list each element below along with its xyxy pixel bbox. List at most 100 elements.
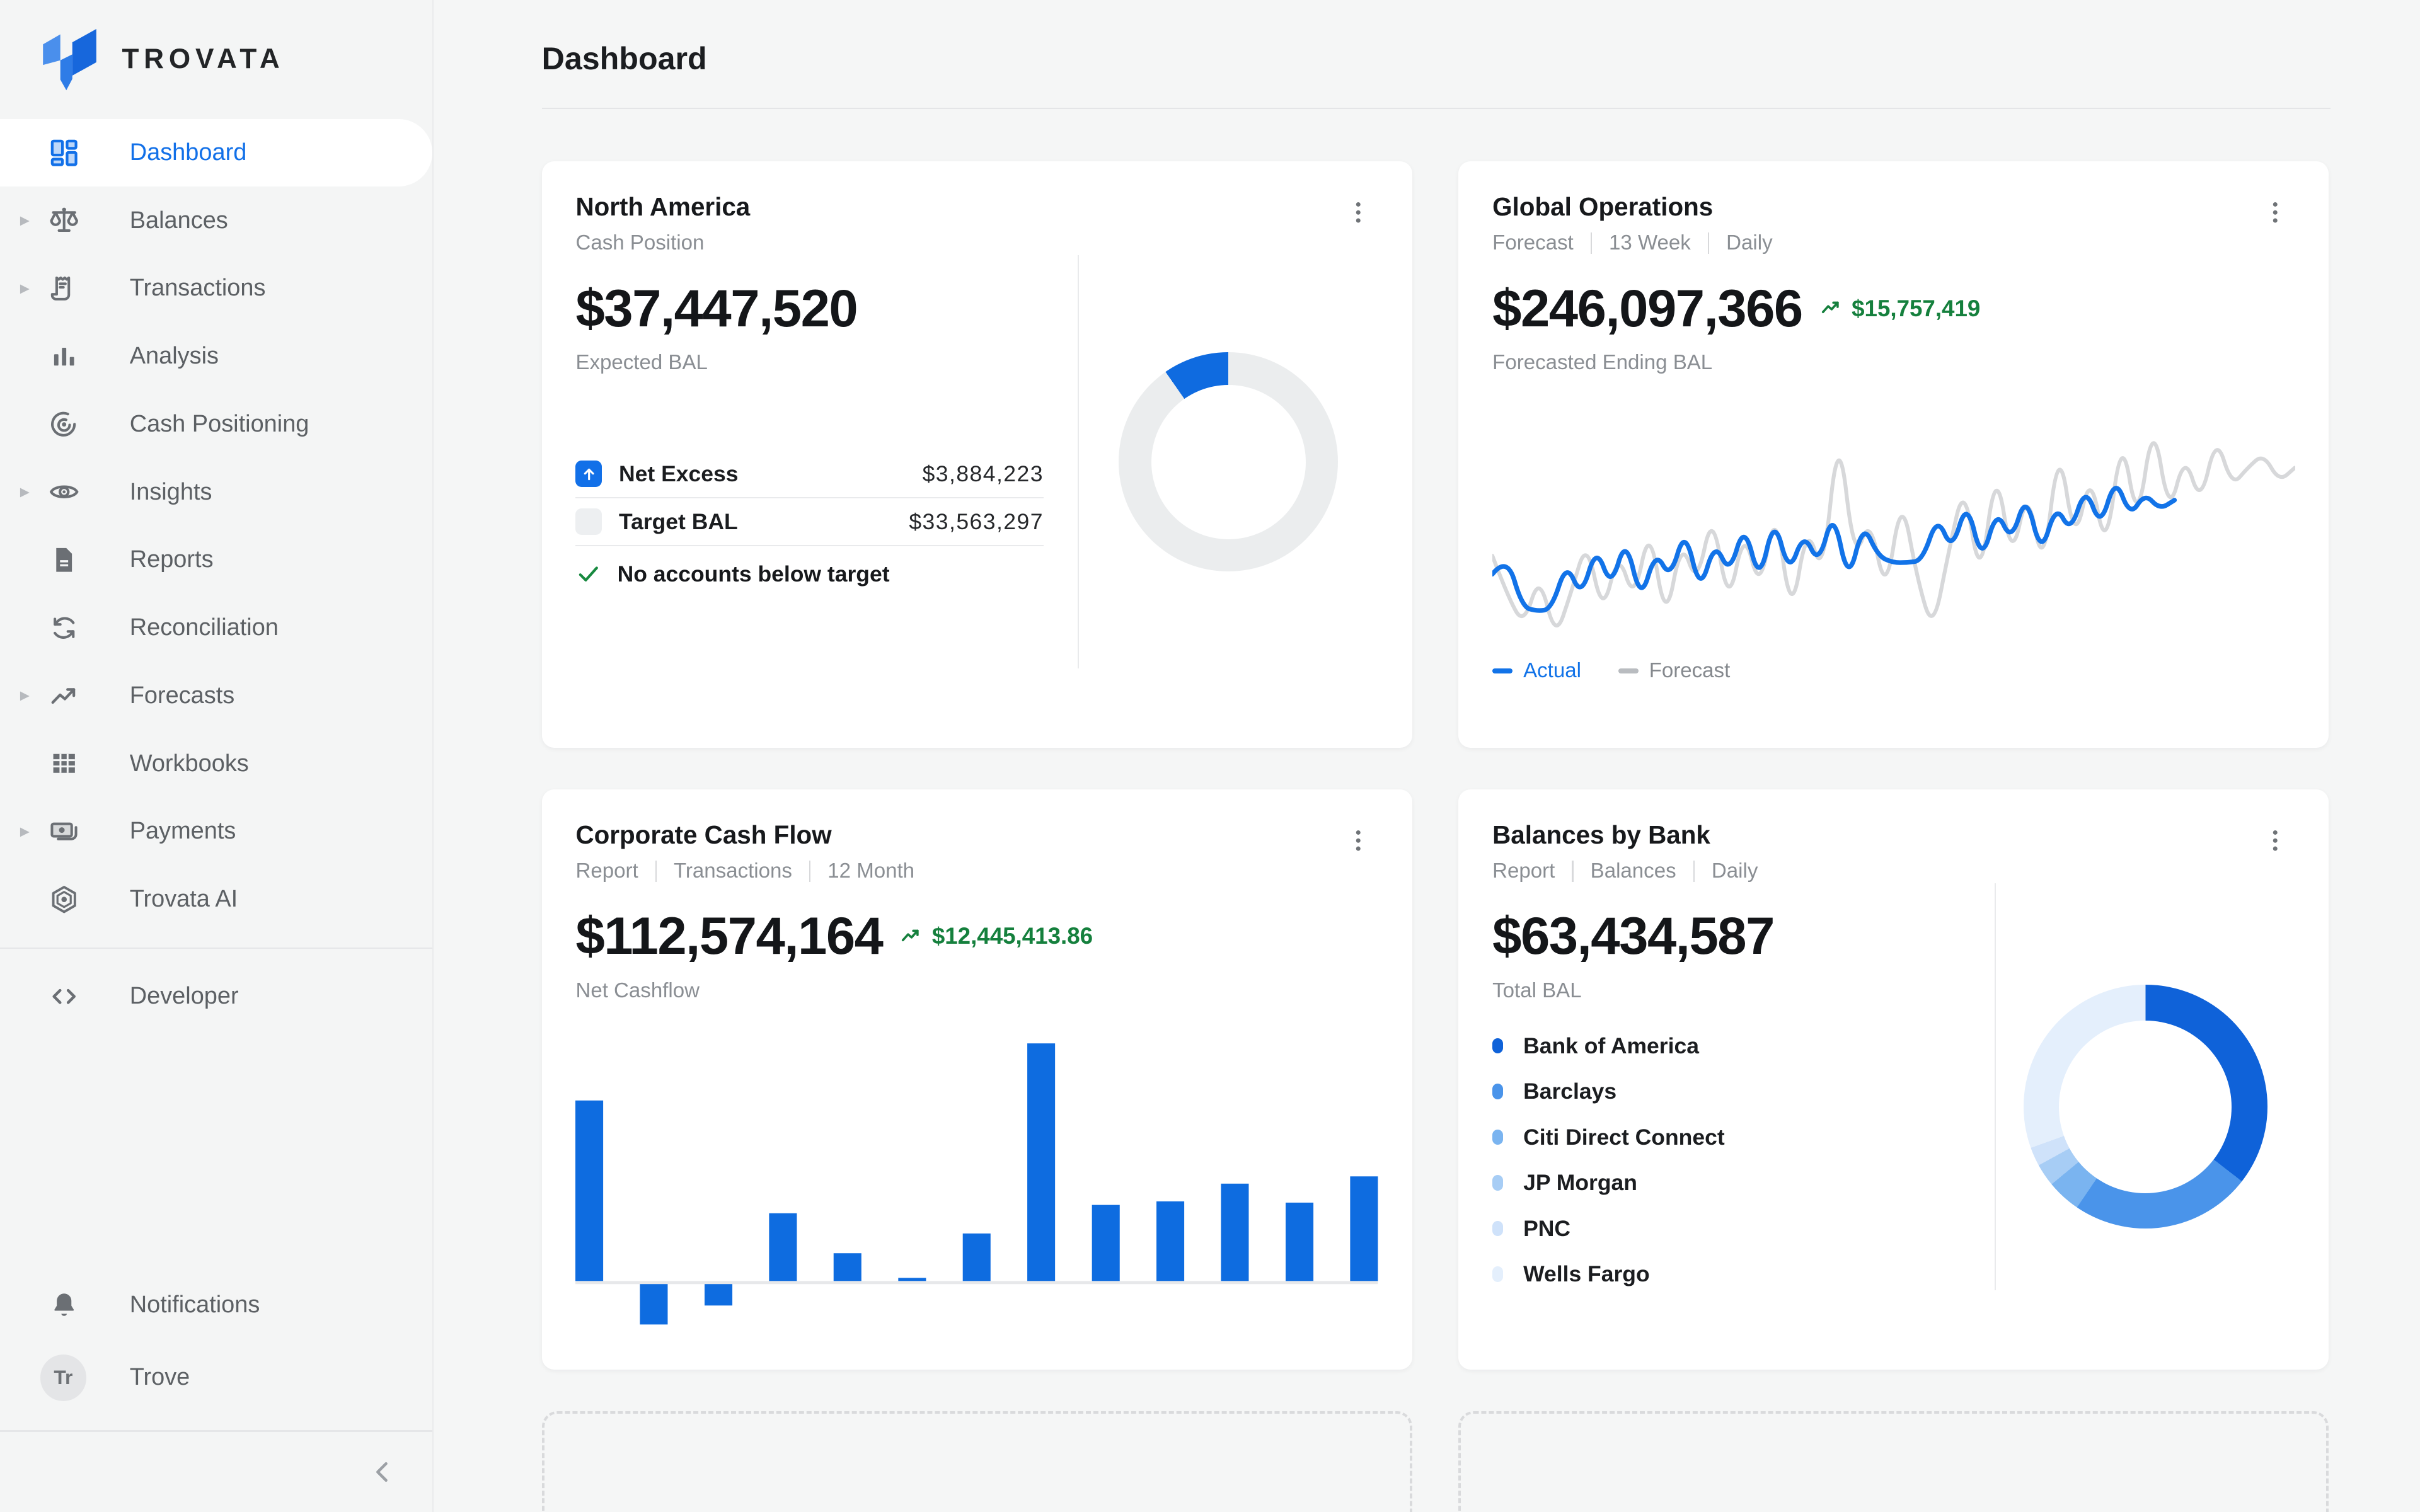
target-icon xyxy=(48,408,80,440)
card-north-america: North America Cash Position $37,447,520 … xyxy=(542,161,1412,748)
chart-legend: Actual Forecast xyxy=(1492,659,2295,683)
arrow-up-icon xyxy=(575,461,602,487)
empty-widget-placeholder[interactable] xyxy=(542,1411,1412,1512)
avatar: Tr xyxy=(40,1354,86,1400)
sidebar-item-cash-positioning[interactable]: ▶ Cash Positioning xyxy=(0,391,432,459)
expand-chevron-icon[interactable]: ▶ xyxy=(20,281,30,296)
delta-badge: $12,445,413.86 xyxy=(899,923,1093,949)
card-subtitle: Cash Position xyxy=(575,231,750,255)
kebab-menu-icon xyxy=(1344,198,1373,227)
card-title: Balances by Bank xyxy=(1492,820,1758,850)
expand-chevron-icon[interactable]: ▶ xyxy=(20,484,30,500)
empty-widget-placeholder[interactable] xyxy=(1458,1411,2329,1512)
scale-icon xyxy=(48,204,80,236)
value-label: Total BAL xyxy=(1492,979,1960,1003)
legend-dash-icon xyxy=(1492,668,1512,674)
forecast-line-chart xyxy=(1492,391,2295,653)
bank-legend-item-bank-of-america: Bank of America xyxy=(1492,1023,1960,1068)
bank-dot-icon xyxy=(1492,1130,1503,1145)
kebab-menu-icon xyxy=(1344,826,1373,856)
card-global-operations: Global Operations Forecast 13 Week Daily… xyxy=(1458,161,2329,748)
sidebar-item-trove-profile[interactable]: Tr Trove xyxy=(0,1339,432,1416)
card-title: North America xyxy=(575,192,750,222)
cashflow-bar-chart xyxy=(575,1019,1378,1327)
sidebar-item-payments[interactable]: ▶ Payments xyxy=(0,798,432,866)
eye-icon xyxy=(48,476,80,508)
total-bal-value: $63,434,587 xyxy=(1492,906,1774,966)
sidebar-divider xyxy=(0,948,432,949)
bank-dot-icon xyxy=(1492,1175,1503,1190)
legend-item-forecast[interactable]: Forecast xyxy=(1618,659,1731,683)
value-label: Net Cashflow xyxy=(575,979,1378,1003)
trovata-logo-icon xyxy=(40,26,99,93)
bank-dot-icon xyxy=(1492,1084,1503,1099)
accounts-status: No accounts below target xyxy=(575,546,1043,602)
bars-icon xyxy=(48,340,80,372)
card-title: Global Operations xyxy=(1492,192,1772,222)
cash-position-donut-chart xyxy=(1119,352,1338,571)
sidebar-item-dashboard[interactable]: ▶ Dashboard xyxy=(0,119,432,187)
page-title: Dashboard xyxy=(542,40,2331,77)
card-menu-button[interactable] xyxy=(2255,192,2295,232)
target-bal-row: Target BAL $33,563,297 xyxy=(575,498,1043,546)
bell-icon xyxy=(48,1289,80,1321)
bank-dot-icon xyxy=(1492,1221,1503,1236)
card-corporate-cash-flow: Corporate Cash Flow Report Transactions … xyxy=(542,789,1412,1370)
target-swatch-icon xyxy=(575,508,602,535)
card-meta: Report Balances Daily xyxy=(1492,859,1758,883)
bank-legend-item-citi-direct-connect: Citi Direct Connect xyxy=(1492,1114,1960,1160)
card-title: Corporate Cash Flow xyxy=(575,820,914,850)
card-menu-button[interactable] xyxy=(1338,820,1378,861)
doc-icon xyxy=(48,544,80,576)
expand-chevron-icon[interactable]: ▶ xyxy=(20,688,30,703)
sidebar-item-trovata-ai[interactable]: ▶ Trovata AI xyxy=(0,866,432,934)
sync-icon xyxy=(48,612,80,644)
net-cashflow-value: $112,574,164 xyxy=(575,906,882,966)
sidebar-item-reconciliation[interactable]: ▶ Reconciliation xyxy=(0,594,432,662)
header-divider xyxy=(542,108,2331,109)
dashboard-grid: North America Cash Position $37,447,520 … xyxy=(542,161,2331,1512)
bank-dot-icon xyxy=(1492,1266,1503,1281)
net-excess-row: Net Excess $3,884,223 xyxy=(575,450,1043,498)
trend-up-icon xyxy=(899,924,924,949)
trend-up-icon xyxy=(1819,296,1844,321)
banknote-icon xyxy=(48,815,80,847)
legend-item-actual[interactable]: Actual xyxy=(1492,659,1581,683)
bank-legend-item-wells-fargo: Wells Fargo xyxy=(1492,1251,1960,1297)
expand-chevron-icon[interactable]: ▶ xyxy=(20,824,30,839)
chevron-left-icon xyxy=(367,1457,398,1487)
forecasted-ending-bal-value: $246,097,366 xyxy=(1492,278,1802,339)
card-menu-button[interactable] xyxy=(2255,820,2295,861)
sidebar-item-developer[interactable]: Developer xyxy=(0,963,432,1031)
expand-chevron-icon[interactable]: ▶ xyxy=(20,213,30,228)
legend-dash-icon xyxy=(1618,668,1639,674)
brand-wordmark: TROVATA xyxy=(122,43,284,75)
sidebar-item-workbooks[interactable]: ▶ Workbooks xyxy=(0,730,432,798)
brand[interactable]: TROVATA xyxy=(0,0,432,116)
sidebar-item-insights[interactable]: ▶ Insights xyxy=(0,458,432,526)
code-icon xyxy=(48,980,80,1012)
balances-donut-chart xyxy=(2024,985,2267,1228)
sidebar-collapse-button[interactable] xyxy=(367,1457,398,1487)
grid-icon xyxy=(48,747,80,779)
hexagon-icon xyxy=(48,883,80,915)
sidebar-item-forecasts[interactable]: ▶ Forecasts xyxy=(0,662,432,730)
card-balances-by-bank: Balances by Bank Report Balances Daily $… xyxy=(1458,789,2329,1370)
sidebar-item-analysis[interactable]: ▶ Analysis xyxy=(0,323,432,391)
delta-badge: $15,757,419 xyxy=(1819,295,1981,322)
bank-legend-item-barclays: Barclays xyxy=(1492,1068,1960,1114)
sidebar-item-notifications[interactable]: Notifications xyxy=(0,1271,432,1339)
sidebar-item-reports[interactable]: ▶ Reports xyxy=(0,526,432,594)
expected-balance-value: $37,447,520 xyxy=(575,278,857,339)
sidebar-item-balances[interactable]: ▶ Balances xyxy=(0,186,432,255)
sidebar-item-transactions[interactable]: ▶ Transactions xyxy=(0,255,432,323)
kebab-menu-icon xyxy=(2261,198,2290,227)
sidebar-footer: Notifications Tr Trove xyxy=(0,1271,432,1512)
receipt-icon xyxy=(48,272,80,304)
main-content: Dashboard North America Cash Position $3… xyxy=(434,0,2420,1512)
value-label: Expected BAL xyxy=(575,351,1043,375)
trend-icon xyxy=(48,680,80,712)
card-meta: Report Transactions 12 Month xyxy=(575,859,914,883)
card-menu-button[interactable] xyxy=(1338,192,1378,232)
bank-legend-item-pnc: PNC xyxy=(1492,1206,1960,1251)
